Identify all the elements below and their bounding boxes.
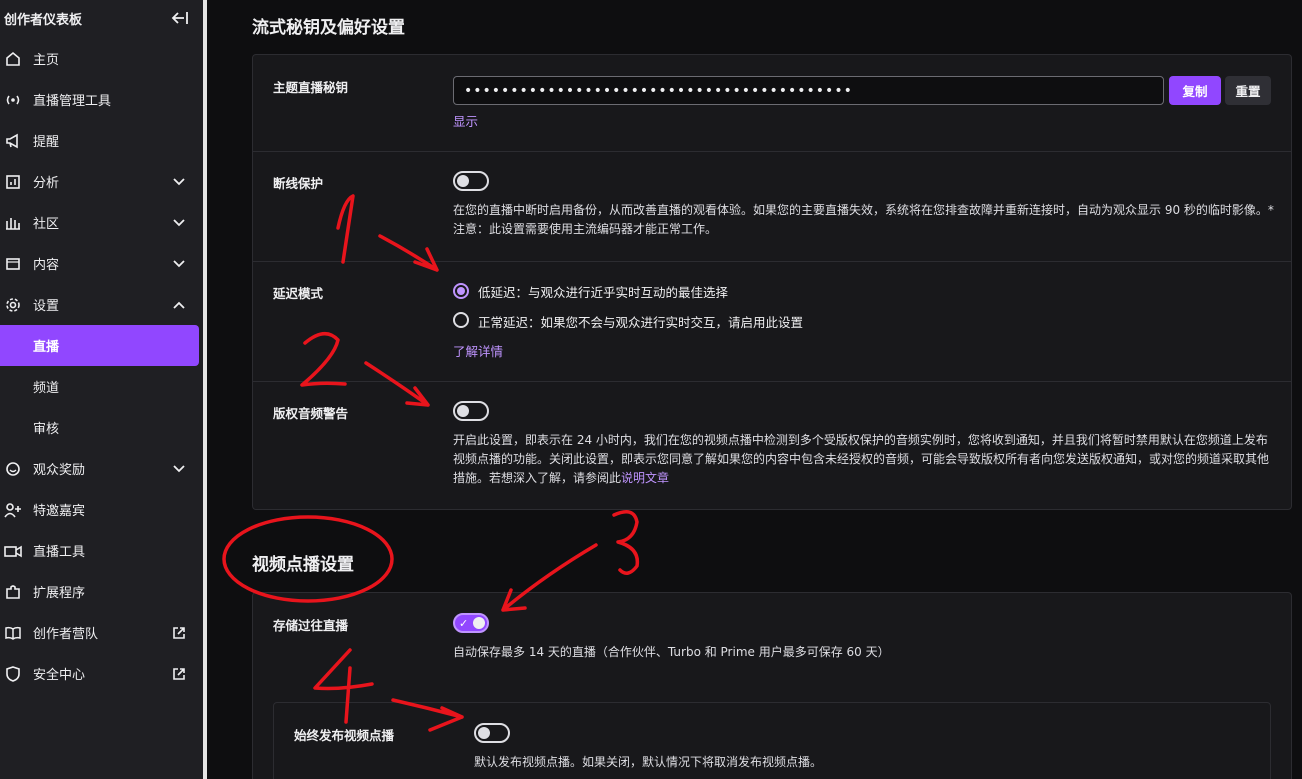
sidebar-item-stream-tools[interactable]: 直播工具 bbox=[0, 530, 203, 571]
chevron-down-icon bbox=[171, 215, 187, 231]
external-link-icon bbox=[171, 625, 187, 641]
sidebar-item-extensions[interactable]: 扩展程序 bbox=[0, 571, 203, 612]
stream-key-section-title: 流式秘钥及偏好设置 bbox=[252, 18, 405, 38]
toggle-knob bbox=[457, 175, 469, 187]
learn-more-link[interactable]: 了解详情 bbox=[453, 341, 503, 360]
reset-button[interactable]: 重置 bbox=[1225, 76, 1271, 105]
main-content: 流式秘钥及偏好设置 主题直播秘钥 断线保护 延迟模式 版权音频警告 复制 重置 … bbox=[207, 0, 1302, 779]
normal-latency-radio[interactable] bbox=[453, 312, 469, 328]
disconnect-protection-toggle[interactable] bbox=[453, 171, 489, 191]
camera-icon bbox=[4, 542, 22, 560]
low-latency-radio[interactable] bbox=[453, 283, 469, 299]
row-divider bbox=[253, 381, 1291, 382]
sidebar-item-label: 安全中心 bbox=[33, 668, 86, 683]
sidebar-item-label: 设置 bbox=[33, 299, 60, 314]
toggle-knob bbox=[473, 617, 485, 629]
stream-key-field[interactable] bbox=[453, 76, 1164, 105]
sidebar-item-label: 提醒 bbox=[33, 135, 60, 150]
gear-icon bbox=[4, 296, 22, 314]
always-publish-description: 默认发布视频点播。如果关闭，默认情况下将取消发布视频点播。 bbox=[474, 755, 823, 769]
viewer-rewards-icon bbox=[4, 460, 22, 478]
analytics-icon bbox=[4, 173, 22, 191]
puzzle-icon bbox=[4, 583, 22, 601]
store-past-toggle[interactable]: ✓ bbox=[453, 613, 489, 633]
external-link-icon bbox=[171, 666, 187, 682]
sidebar-item-label: 观众奖励 bbox=[33, 463, 86, 478]
sidebar-item-label: 扩展程序 bbox=[33, 586, 86, 601]
sidebar-item-safety-center[interactable]: 安全中心 bbox=[0, 653, 203, 694]
toggle-knob bbox=[457, 405, 469, 417]
chevron-down-icon bbox=[171, 256, 187, 272]
community-icon bbox=[4, 214, 22, 232]
add-user-icon bbox=[4, 501, 22, 519]
check-icon: ✓ bbox=[459, 617, 469, 630]
primary-key-label: 主题直播秘钥 bbox=[273, 80, 349, 95]
sidebar-item-label: 社区 bbox=[33, 217, 60, 232]
store-past-label: 存储过往直播 bbox=[273, 618, 349, 633]
sidebar-item-home[interactable]: 主页 bbox=[0, 38, 203, 79]
stream-key-input[interactable] bbox=[454, 77, 1163, 104]
disconnect-protection-description: 在您的直播中断时启用备份，从而改善直播的观看体验。如果您的主要直播失效，系统将在… bbox=[453, 203, 1274, 236]
shield-icon bbox=[4, 665, 22, 683]
sidebar: 创作者仪表板 主页 直播管理工具 提醒 分析 社区 内容 设置 直播 频道 审核… bbox=[0, 0, 203, 779]
sidebar-item-guest-star[interactable]: 特邀嘉宾 bbox=[0, 489, 203, 530]
content-icon bbox=[4, 255, 22, 273]
chevron-down-icon bbox=[171, 174, 187, 190]
sidebar-item-label: 直播 bbox=[33, 340, 60, 355]
sidebar-item-channel[interactable]: 频道 bbox=[0, 366, 203, 407]
sidebar-item-label: 直播工具 bbox=[33, 545, 86, 560]
row-divider bbox=[253, 261, 1291, 262]
always-publish-label: 始终发布视频点播 bbox=[294, 728, 395, 743]
sidebar-title: 创作者仪表板 bbox=[4, 13, 83, 28]
megaphone-icon bbox=[4, 132, 22, 150]
sidebar-item-stream-manager[interactable]: 直播管理工具 bbox=[0, 79, 203, 120]
copyright-audio-description: 开启此设置，即表示在 24 小时内，我们在您的视频点播中检测到多个受版权保护的音… bbox=[453, 431, 1275, 488]
help-article-link[interactable]: 说明文章 bbox=[621, 471, 669, 485]
sidebar-item-label: 创作者营队 bbox=[33, 627, 99, 642]
home-icon bbox=[4, 50, 22, 68]
book-icon bbox=[4, 624, 22, 642]
always-publish-toggle[interactable] bbox=[474, 723, 510, 743]
sidebar-item-label: 频道 bbox=[33, 381, 60, 396]
copy-button[interactable]: 复制 bbox=[1169, 76, 1221, 105]
sidebar-header: 创作者仪表板 bbox=[0, 0, 203, 36]
broadcast-icon bbox=[4, 91, 22, 109]
show-key-link[interactable]: 显示 bbox=[453, 111, 478, 130]
sidebar-item-content[interactable]: 内容 bbox=[0, 243, 203, 284]
sidebar-item-label: 内容 bbox=[33, 258, 60, 273]
sidebar-item-stream[interactable]: 直播 bbox=[0, 325, 199, 366]
disconnect-protection-label: 断线保护 bbox=[273, 176, 324, 191]
latency-mode-label: 延迟模式 bbox=[273, 286, 324, 301]
copyright-audio-toggle[interactable] bbox=[453, 401, 489, 421]
sidebar-item-label: 分析 bbox=[33, 176, 60, 191]
sidebar-item-community[interactable]: 社区 bbox=[0, 202, 203, 243]
chevron-up-icon bbox=[171, 297, 187, 313]
sidebar-item-settings[interactable]: 设置 bbox=[0, 284, 203, 325]
vod-section-title: 视频点播设置 bbox=[252, 555, 354, 575]
copyright-description-text: 开启此设置，即表示在 24 小时内，我们在您的视频点播中检测到多个受版权保护的音… bbox=[453, 433, 1270, 485]
sidebar-item-label: 特邀嘉宾 bbox=[33, 504, 86, 519]
sidebar-item-viewer-rewards[interactable]: 观众奖励 bbox=[0, 448, 203, 489]
sidebar-item-label: 审核 bbox=[33, 422, 60, 437]
sidebar-item-moderation[interactable]: 审核 bbox=[0, 407, 203, 448]
row-divider bbox=[253, 151, 1291, 152]
sidebar-item-analytics[interactable]: 分析 bbox=[0, 161, 203, 202]
toggle-knob bbox=[478, 727, 490, 739]
sidebar-item-alerts[interactable]: 提醒 bbox=[0, 120, 203, 161]
sidebar-item-label: 主页 bbox=[33, 53, 60, 68]
low-latency-label: 低延迟：与观众进行近乎实时互动的最佳选择 bbox=[478, 285, 729, 300]
sidebar-item-creator-camp[interactable]: 创作者营队 bbox=[0, 612, 203, 653]
normal-latency-label: 正常延迟：如果您不会与观众进行实时交互，请启用此设置 bbox=[478, 315, 804, 330]
chevron-down-icon bbox=[171, 461, 187, 477]
collapse-left-icon[interactable] bbox=[170, 8, 190, 28]
store-past-description: 自动保存最多 14 天的直播（合作伙伴、Turbo 和 Prime 用户最多可保… bbox=[453, 645, 890, 659]
sidebar-item-label: 直播管理工具 bbox=[33, 94, 112, 109]
copyright-audio-label: 版权音频警告 bbox=[273, 406, 349, 421]
